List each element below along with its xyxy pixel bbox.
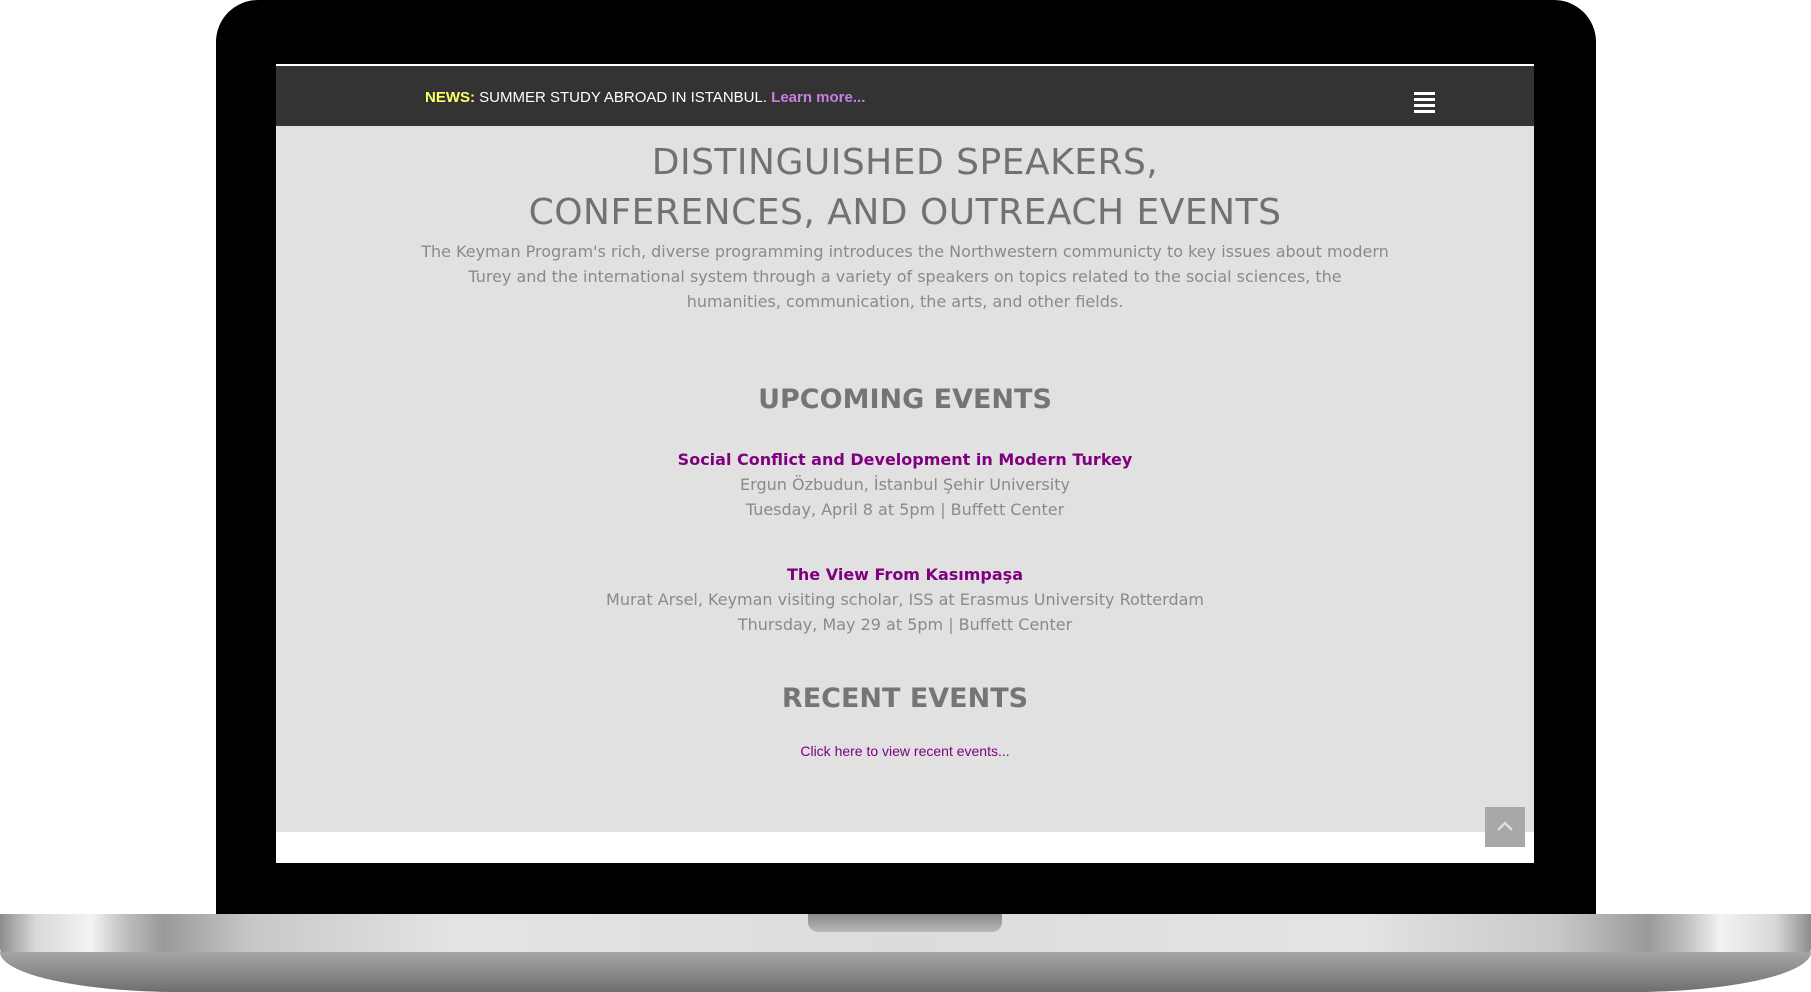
upcoming-events-heading: UPCOMING EVENTS xyxy=(758,384,1052,415)
news-ticker: NEWS: SUMMER STUDY ABROAD IN ISTANBUL. L… xyxy=(425,89,865,106)
event-datetime: Thursday, May 29 at 5pm | Buffett Center xyxy=(737,615,1073,634)
main-content: DISTINGUISHED SPEAKERS, CONFERENCES, AND… xyxy=(276,126,1534,832)
page-title-line-2: CONFERENCES, AND OUTREACH EVENTS xyxy=(528,192,1282,233)
news-text: SUMMER STUDY ABROAD IN ISTANBUL. xyxy=(475,89,772,106)
scroll-to-top-button[interactable] xyxy=(1485,807,1525,847)
screen: NEWS: SUMMER STUDY ABROAD IN ISTANBUL. L… xyxy=(276,64,1534,863)
news-label: NEWS: xyxy=(425,89,475,106)
recent-events-link[interactable]: Click here to view recent events... xyxy=(276,741,1534,761)
news-bar: NEWS: SUMMER STUDY ABROAD IN ISTANBUL. L… xyxy=(276,66,1534,126)
hamburger-menu-icon[interactable] xyxy=(1414,92,1435,113)
laptop-base-lip xyxy=(0,952,1811,992)
laptop-mockup: NEWS: SUMMER STUDY ABROAD IN ISTANBUL. L… xyxy=(0,0,1811,992)
event-speaker: Ergun Özbudun, İstanbul Şehir University xyxy=(740,475,1070,494)
event-speaker: Murat Arsel, Keyman visiting scholar, IS… xyxy=(606,590,1204,609)
event-title-link[interactable]: The View From Kasımpaşa xyxy=(276,562,1534,587)
event-item: The View From Kasımpaşa Murat Arsel, Key… xyxy=(276,562,1534,637)
laptop-notch xyxy=(808,914,1002,932)
page-title: DISTINGUISHED SPEAKERS, CONFERENCES, AND… xyxy=(276,138,1534,238)
intro-paragraph: The Keyman Program's rich, diverse progr… xyxy=(421,242,1389,311)
event-item: Social Conflict and Development in Moder… xyxy=(276,447,1534,522)
page-title-line-1: DISTINGUISHED SPEAKERS, xyxy=(651,142,1159,183)
event-title-link[interactable]: Social Conflict and Development in Moder… xyxy=(276,447,1534,472)
chevron-up-icon xyxy=(1497,821,1513,831)
event-datetime: Tuesday, April 8 at 5pm | Buffett Center xyxy=(745,500,1065,519)
learn-more-link[interactable]: Learn more... xyxy=(771,89,865,106)
recent-events-heading: RECENT EVENTS xyxy=(781,683,1029,714)
